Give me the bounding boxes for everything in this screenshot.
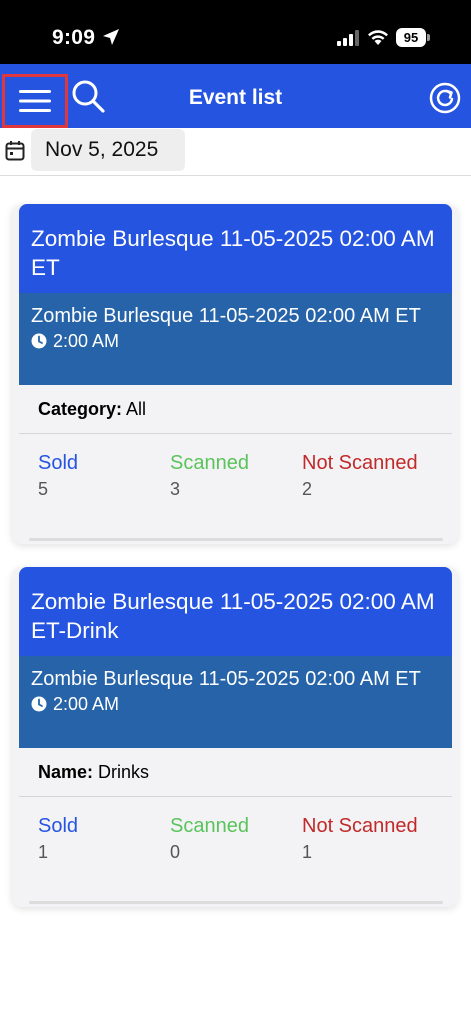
status-time: 9:09 <box>52 26 96 49</box>
scanned-stat: Scanned 3 <box>170 450 249 502</box>
page-title: Event list <box>188 86 283 109</box>
event-time: 2:00 AM <box>31 692 440 716</box>
wifi-icon <box>368 30 388 45</box>
event-title: Zombie Burlesque 11-05-2025 02:00 AM ET <box>19 204 452 293</box>
clock-icon <box>31 696 47 712</box>
calendar-icon[interactable] <box>5 140 25 162</box>
battery-icon: 95 <box>396 28 430 47</box>
meta-key: Category <box>38 399 117 419</box>
sold-stat: Sold 1 <box>38 813 78 865</box>
event-name-meta: Name: Drinks <box>19 748 452 797</box>
location-arrow-icon <box>103 29 119 45</box>
date-picker[interactable]: Nov 5, 2025 <box>31 129 185 171</box>
app-header: Event list <box>0 64 471 128</box>
status-bar: 9:09 95 <box>0 0 471 64</box>
sold-stat: Sold 5 <box>38 450 78 502</box>
clock-icon <box>31 333 47 349</box>
scanned-value: 0 <box>170 842 181 862</box>
battery-level: 95 <box>396 28 426 47</box>
event-sub-name: Zombie Burlesque 11-05-2025 02:00 AM ET <box>31 668 421 690</box>
sold-value: 1 <box>38 842 49 862</box>
event-category: Category: All <box>19 385 452 434</box>
scanned-label: Scanned <box>170 815 249 837</box>
event-card[interactable]: Zombie Burlesque 11-05-2025 02:00 AM ET-… <box>12 567 458 907</box>
scanned-value: 3 <box>170 479 181 499</box>
event-card[interactable]: Zombie Burlesque 11-05-2025 02:00 AM ET … <box>12 204 458 544</box>
event-time-text: 2:00 AM <box>53 331 120 351</box>
scanned-stat: Scanned 0 <box>170 813 249 865</box>
event-time-text: 2:00 AM <box>53 694 120 714</box>
not-scanned-label: Not Scanned <box>302 452 418 474</box>
not-scanned-value: 2 <box>302 479 313 499</box>
event-time: 2:00 AM <box>31 329 440 353</box>
meta-value: Drinks <box>98 762 150 782</box>
event-sub-name: Zombie Burlesque 11-05-2025 02:00 AM ET <box>31 305 421 327</box>
sold-label: Sold <box>38 452 79 474</box>
date-bar: Nov 5, 2025 <box>0 128 471 176</box>
sold-label: Sold <box>38 815 79 837</box>
refresh-icon[interactable] <box>429 82 461 114</box>
meta-value: All <box>126 399 147 419</box>
not-scanned-label: Not Scanned <box>302 815 418 837</box>
sold-value: 5 <box>38 479 49 499</box>
scanned-label: Scanned <box>170 452 249 474</box>
signal-icon <box>337 30 359 46</box>
card-divider <box>29 538 443 541</box>
card-divider <box>29 901 443 904</box>
event-title: Zombie Burlesque 11-05-2025 02:00 AM ET-… <box>19 567 452 656</box>
meta-key: Name <box>38 762 88 782</box>
event-sub-header: Zombie Burlesque 11-05-2025 02:00 AM ET … <box>19 656 452 748</box>
not-scanned-stat: Not Scanned 1 <box>302 813 422 865</box>
not-scanned-value: 1 <box>302 842 313 862</box>
event-sub-header: Zombie Burlesque 11-05-2025 02:00 AM ET … <box>19 293 452 385</box>
not-scanned-stat: Not Scanned 2 <box>302 450 422 502</box>
